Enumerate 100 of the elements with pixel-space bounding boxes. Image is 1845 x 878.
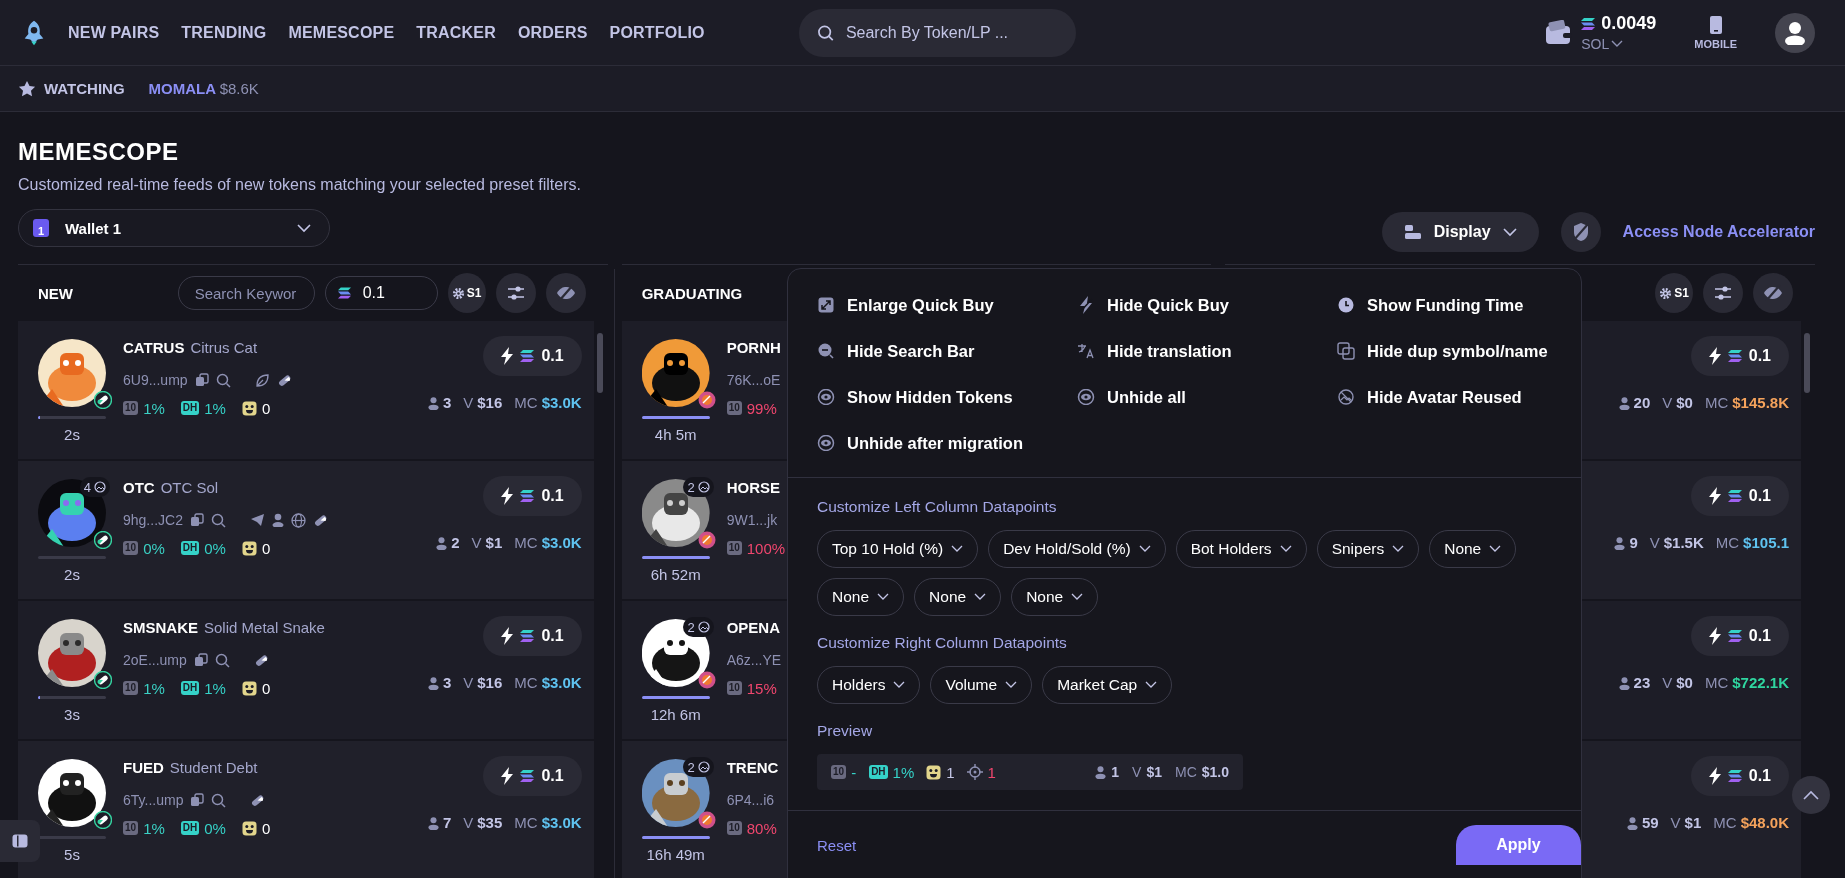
caret-icon bbox=[877, 593, 890, 601]
image-icon bbox=[697, 761, 710, 773]
solana-icon bbox=[520, 490, 535, 502]
nav-link[interactable]: TRENDING bbox=[181, 23, 267, 42]
filter-button[interactable] bbox=[495, 273, 536, 313]
nav-link[interactable]: NEW PAIRS bbox=[68, 23, 160, 42]
bot-holders-count: 1 bbox=[946, 763, 955, 781]
menu-option[interactable]: Show Funding Time bbox=[1337, 289, 1597, 321]
volume-label: V bbox=[463, 394, 474, 411]
market-cap-label: MC bbox=[514, 674, 538, 691]
copy-icon[interactable] bbox=[194, 373, 209, 387]
volume-value: $0 bbox=[1676, 394, 1693, 411]
eye-icon bbox=[817, 389, 835, 405]
nav-link[interactable]: MEMESCOPE bbox=[288, 23, 395, 42]
quick-buy-button[interactable]: 0.1 bbox=[1690, 616, 1789, 656]
menu-option[interactable]: Enlarge Quick Buy bbox=[817, 289, 1077, 321]
globe-icon[interactable] bbox=[290, 512, 306, 528]
search-bar[interactable]: Search By Token/LP ... bbox=[798, 8, 1076, 57]
token-card[interactable]: 2s CATRUS Citrus Cat 6U9...ump 10 1% DH 1% 0 0.1 3 V $16 MC $3.0K bbox=[18, 321, 594, 459]
filter-button[interactable] bbox=[1703, 273, 1743, 313]
solana-icon bbox=[1727, 630, 1742, 642]
search-icon[interactable] bbox=[215, 372, 231, 388]
sidebar-toggle-button[interactable] bbox=[0, 820, 40, 862]
preset-button[interactable]: S1 bbox=[1655, 273, 1693, 313]
search-icon[interactable] bbox=[214, 652, 230, 668]
shield-toggle-button[interactable] bbox=[1560, 212, 1601, 252]
copy-icon[interactable] bbox=[189, 513, 204, 527]
menu-option[interactable]: Unhide all bbox=[1077, 381, 1337, 413]
holders-icon bbox=[427, 395, 439, 410]
keyword-search-field[interactable]: Search Keywor bbox=[192, 283, 307, 303]
quick-buy-button[interactable]: 0.1 bbox=[483, 756, 582, 796]
search-icon[interactable] bbox=[211, 792, 227, 808]
scrollbar-thumb[interactable] bbox=[596, 333, 603, 393]
menu-option[interactable]: Unhide after migration bbox=[817, 427, 1077, 459]
hide-toggle-button[interactable] bbox=[1753, 273, 1793, 313]
currency-dropdown[interactable]: SOL bbox=[1581, 36, 1657, 52]
volume-value: $1 bbox=[1684, 814, 1702, 831]
scrollbar-thumb[interactable] bbox=[1804, 333, 1810, 393]
menu-option[interactable]: Hide Search Bar bbox=[817, 335, 1077, 367]
star-icon bbox=[18, 79, 36, 98]
pill-badge-icon bbox=[94, 531, 112, 549]
menu-option[interactable]: Show Hidden Tokens bbox=[817, 381, 1077, 413]
menu-option[interactable]: Hide Quick Buy bbox=[1077, 289, 1337, 321]
display-dropdown[interactable]: Display bbox=[1381, 212, 1539, 252]
token-address: 9W1...jk bbox=[726, 512, 778, 528]
top10-percent: 0% bbox=[143, 539, 165, 557]
holders-icon bbox=[427, 815, 439, 830]
reset-link[interactable]: Reset bbox=[817, 837, 857, 854]
quick-buy-button[interactable]: 0.1 bbox=[483, 336, 582, 376]
nav-link[interactable]: PORTFOLIO bbox=[609, 23, 705, 42]
wallet-dropdown[interactable]: 1 Wallet 1 bbox=[18, 209, 330, 247]
datapoint-dropdown[interactable]: Market Cap bbox=[1042, 666, 1173, 704]
menu-option[interactable]: Hide dup symbol/name bbox=[1337, 335, 1597, 367]
nav-link[interactable]: ORDERS bbox=[517, 23, 588, 42]
quick-buy-button[interactable]: 0.1 bbox=[483, 616, 582, 656]
sliders-icon bbox=[1714, 285, 1732, 301]
market-cap-value: $3.0K bbox=[541, 394, 582, 411]
pill-badge-icon bbox=[94, 811, 112, 829]
quick-buy-button[interactable]: 0.1 bbox=[1690, 336, 1789, 376]
watchlist-token-link[interactable]: MOMALA $8.6K bbox=[148, 80, 259, 97]
leaf-icon[interactable] bbox=[254, 372, 270, 388]
section-heading: Customize Right Column Datapoints bbox=[817, 634, 1068, 652]
scroll-top-button[interactable] bbox=[1792, 776, 1830, 814]
token-symbol: HORSE bbox=[726, 479, 780, 496]
menu-option[interactable]: Hide translation bbox=[1077, 335, 1337, 367]
quick-buy-button[interactable]: 0.1 bbox=[1690, 476, 1789, 516]
preset-button[interactable]: S1 bbox=[447, 273, 486, 313]
mobile-button[interactable]: MOBILE bbox=[1694, 15, 1737, 50]
buy-amount-field[interactable]: 0.1 bbox=[360, 283, 425, 303]
search-field[interactable]: Search By Token/LP ... bbox=[843, 22, 1058, 43]
top10-tag: 10 bbox=[726, 401, 742, 415]
bolt-icon bbox=[501, 347, 514, 365]
dev-holding-tag: DH bbox=[180, 821, 200, 835]
profile-button[interactable] bbox=[1775, 12, 1815, 53]
caret-icon bbox=[951, 545, 964, 553]
market-cap-value: $3.0K bbox=[541, 534, 582, 551]
caret-icon bbox=[297, 223, 311, 233]
token-card[interactable]: 5s FUED Student Debt 6Ty...ump 10 1% DH 0% 0 0.1 7 V $35 MC $3.0K bbox=[18, 741, 594, 878]
nav-link[interactable]: TRACKER bbox=[416, 23, 496, 42]
column-title: GRADUATING bbox=[641, 284, 743, 302]
market-cap-value: $722.1K bbox=[1732, 674, 1789, 691]
page-subtitle: Customized real-time feeds of new tokens matching your selected preset filters. bbox=[18, 176, 582, 194]
volume-value: $1 bbox=[1146, 764, 1162, 780]
accelerator-link[interactable]: Access Node Accelerator bbox=[1622, 223, 1815, 241]
dev-holding-percent: 0% bbox=[204, 819, 226, 837]
menu-option[interactable]: Hide Avatar Reused bbox=[1337, 381, 1597, 413]
search-icon[interactable] bbox=[210, 512, 226, 528]
quick-buy-button[interactable]: 0.1 bbox=[1690, 756, 1789, 796]
copy-icon[interactable] bbox=[193, 653, 208, 667]
apply-button[interactable]: Apply bbox=[1456, 825, 1581, 865]
token-age: 12h 6m bbox=[650, 706, 701, 723]
hide-toggle-button[interactable] bbox=[545, 273, 586, 313]
copy-icon[interactable] bbox=[190, 793, 205, 807]
person-icon[interactable] bbox=[271, 513, 284, 527]
bolt-icon bbox=[1708, 487, 1721, 505]
token-card[interactable]: 4 2s OTC OTC Sol 9hg...JC2 10 0% DH 0% 0 0.1 2 V $1 MC $3.0K bbox=[18, 461, 594, 599]
token-card[interactable]: 3s SMSNAKE Solid Metal Snake 2oE...ump 10 1% DH 1% 0 0.1 3 V $16 MC $3.0K bbox=[18, 601, 594, 739]
quick-buy-button[interactable]: 0.1 bbox=[483, 476, 582, 516]
solana-icon bbox=[520, 770, 535, 782]
paper-plane-icon[interactable] bbox=[249, 513, 265, 527]
